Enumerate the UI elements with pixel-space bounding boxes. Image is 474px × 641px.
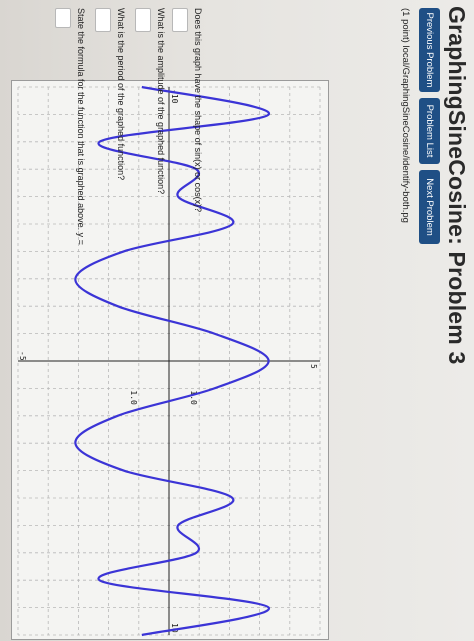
y-tick-label: 5 <box>309 364 318 369</box>
question-period-text: What is the period of the graphed functi… <box>116 8 126 181</box>
graph: -10 10 5 -5 1.0 1.0 <box>11 80 329 640</box>
graph-svg: -10105-51.01.0 <box>17 85 321 637</box>
previous-problem-button[interactable]: Previous Problem <box>419 8 440 92</box>
y-tick-label: 1.0 <box>129 390 138 405</box>
problem-list-button[interactable]: Problem List <box>419 98 440 164</box>
question-shape-text: Does this graph have the shape of sin(x)… <box>193 8 203 213</box>
axes <box>18 87 320 635</box>
webpage: GraphingSineCosine: Problem 3 Previous P… <box>0 0 474 641</box>
x-tick-label: 10 <box>170 623 179 633</box>
next-problem-button[interactable]: Next Problem <box>419 170 440 244</box>
answer-formula-input[interactable] <box>55 8 71 28</box>
question-formula-text: State the formula for the function that … <box>76 8 86 245</box>
question-amplitude-text: What is the amplitude of the graphed fun… <box>156 8 166 195</box>
y-tick-label: 1.0 <box>189 390 198 405</box>
answer-amplitude-input[interactable] <box>135 8 151 32</box>
problem-header: (1 point) local/GraphingSineCosine/ident… <box>400 8 411 223</box>
answer-period-input[interactable] <box>95 8 111 32</box>
answer-shape-input[interactable] <box>172 8 188 32</box>
page-title: GraphingSineCosine: Problem 3 <box>444 6 470 365</box>
y-tick-label: -5 <box>18 351 27 361</box>
